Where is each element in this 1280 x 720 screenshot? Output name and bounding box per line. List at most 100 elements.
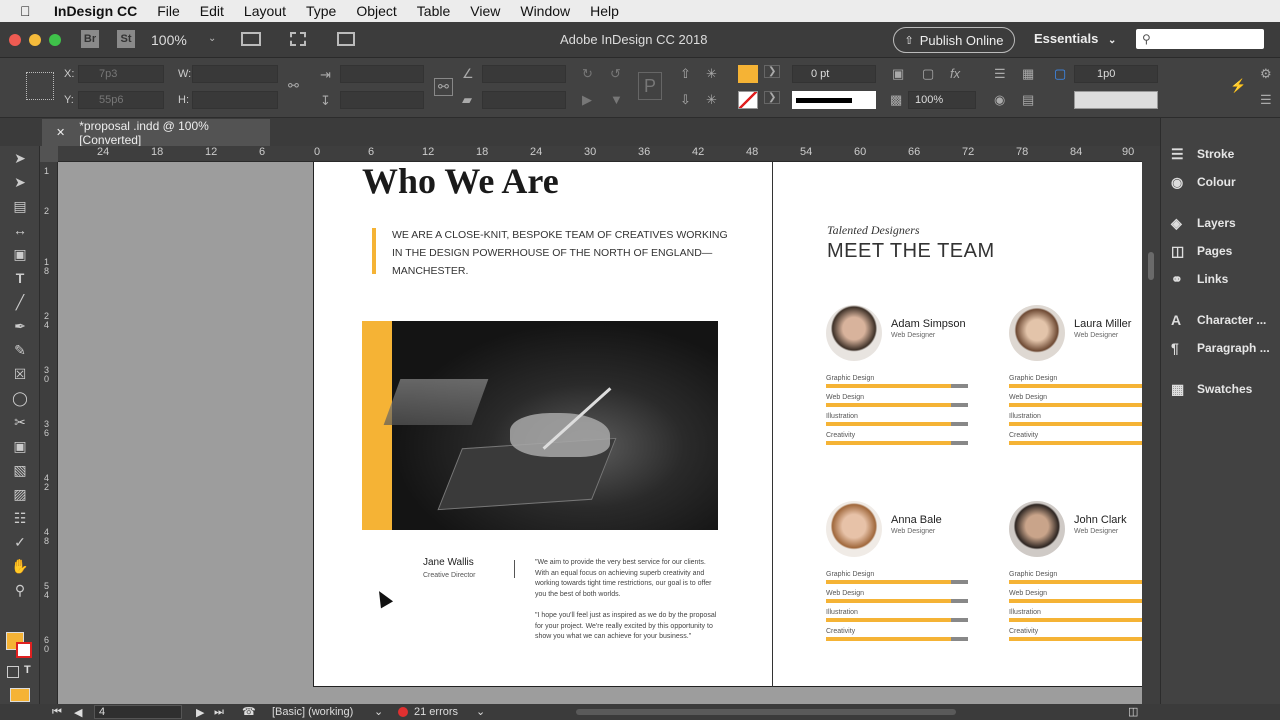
drop-shadow-icon[interactable]: ▢ [922, 66, 934, 82]
constrain-proportions-icon[interactable]: ⚯ [288, 78, 299, 94]
panel-stroke[interactable]: ☰ Stroke [1161, 140, 1280, 168]
open-page-icon[interactable]: ☎ [242, 705, 256, 718]
panel-swatches[interactable]: ▦ Swatches [1161, 375, 1280, 403]
eyedropper-tool-icon[interactable]: ✓ [0, 530, 40, 554]
preflight-profile[interactable]: [Basic] (working) [272, 706, 353, 718]
note-tool-icon[interactable]: ☷ [0, 506, 40, 530]
page-number-field[interactable]: 4 [94, 705, 182, 719]
search-field[interactable]: ⚲ [1136, 29, 1264, 49]
control-menu-icon[interactable]: ☰ [1260, 92, 1272, 108]
menu-help[interactable]: Help [590, 3, 619, 19]
select-previous-icon[interactable]: ✳ [706, 66, 717, 82]
content-collector-icon[interactable]: ▣ [0, 242, 40, 266]
ellipse-tool-icon[interactable]: ◯ [0, 386, 40, 410]
person-name[interactable]: Jane Wallis [423, 557, 474, 568]
stroke-menu-icon[interactable]: ❯ [764, 91, 781, 104]
text-wrap-none-icon[interactable]: ☰ [994, 66, 1006, 82]
workspace-switcher[interactable]: Essentials ⌄ [1034, 31, 1116, 46]
scissors-tool-icon[interactable]: ✂ [0, 410, 40, 434]
gap-tool-icon[interactable]: ↔ [0, 218, 40, 242]
team-member-card[interactable]: John Clark Web Designer Graphic Design Web … [1009, 501, 1142, 651]
stroke-weight-field[interactable]: 0 pt [792, 65, 876, 83]
direct-selection-tool-icon[interactable]: ➤ [0, 170, 40, 194]
stroke-swatch[interactable] [738, 91, 758, 109]
preflight-dropdown-icon[interactable]: ⌄ [374, 705, 383, 718]
x-field[interactable]: 7p3 [78, 65, 164, 83]
last-page-icon[interactable]: ⏭ [214, 706, 224, 719]
pen-tool-icon[interactable]: ✒ [0, 314, 40, 338]
scale-x-field[interactable] [340, 65, 424, 83]
rotate-cw-icon[interactable]: ↻ [582, 66, 593, 82]
quote-one[interactable]: "We aim to provide the very best service… [535, 558, 719, 600]
selection-tool-icon[interactable]: ➤ [0, 146, 40, 170]
reference-point-icon[interactable] [26, 72, 54, 100]
stroke-type-dropdown[interactable] [792, 91, 876, 109]
publish-online-button[interactable]: ⇧ Publish Online [893, 27, 1015, 53]
rotate-ccw-icon[interactable]: ↺ [610, 66, 621, 82]
text-wrap-jump-icon[interactable]: ▤ [1022, 92, 1034, 108]
team-member-card[interactable]: Laura Miller Web Designer Graphic Design We… [1009, 305, 1142, 455]
shear-field[interactable] [482, 91, 566, 109]
h-field[interactable] [192, 91, 278, 109]
y-field[interactable]: 55p6 [78, 91, 164, 109]
vertical-ruler[interactable]: 1 2 1 8 2 4 3 0 3 6 4 2 4 8 5 4 6 0 [40, 162, 58, 704]
menu-view[interactable]: View [470, 3, 500, 19]
horizontal-scroll-thumb[interactable] [576, 709, 956, 715]
document-spread[interactable]: Who We Are WE ARE A CLOSE-KNIT, BESPOKE … [313, 162, 1142, 687]
pencil-tool-icon[interactable]: ✎ [0, 338, 40, 362]
split-window-icon[interactable]: ◫ [1128, 705, 1138, 718]
scale-y-field[interactable] [340, 91, 424, 109]
formatting-container-icon[interactable] [7, 666, 19, 678]
effects-icon[interactable]: fx [950, 66, 960, 81]
flip-vertical-icon[interactable]: ▼ [610, 92, 623, 107]
constrain-scale-icon[interactable]: ⚯ [434, 78, 453, 96]
image-frame[interactable] [362, 321, 718, 530]
fill-swatch[interactable] [738, 65, 758, 83]
zoom-level[interactable]: 100% [151, 32, 187, 48]
screen-mode-normal-icon[interactable] [10, 688, 30, 702]
panel-paragraph[interactable]: ¶ Paragraph ... [1161, 334, 1280, 362]
document-tab[interactable]: ✕ *proposal .indd @ 100% [Converted] [42, 119, 270, 147]
stroke-color-swatch[interactable] [16, 642, 32, 658]
panel-links[interactable]: ⚭ Links [1161, 265, 1280, 293]
scroll-thumb[interactable] [1148, 252, 1154, 280]
rectangle-frame-tool-icon[interactable]: ☒ [0, 362, 40, 386]
select-content-icon[interactable]: ⇩ [680, 92, 691, 108]
panel-pages[interactable]: ◫ Pages [1161, 237, 1280, 265]
previous-page-icon[interactable]: ◀ [74, 706, 82, 719]
hand-tool-icon[interactable]: ✋ [0, 554, 40, 578]
select-next-icon[interactable]: ✳ [706, 92, 717, 108]
quote-two[interactable]: "I hope you'll feel just as inspired as … [535, 611, 719, 643]
menu-type[interactable]: Type [306, 3, 336, 19]
zoom-tool-icon[interactable]: ⚲ [0, 578, 40, 602]
intro-text[interactable]: WE ARE A CLOSE-KNIT, BESPOKE TEAM OF CRE… [392, 226, 732, 280]
type-tool-icon[interactable]: T [0, 266, 40, 290]
menu-object[interactable]: Object [356, 3, 396, 19]
next-page-icon[interactable]: ▶ [196, 706, 204, 719]
pasteboard[interactable]: Who We Are WE ARE A CLOSE-KNIT, BESPOKE … [58, 162, 1142, 704]
bridge-icon[interactable]: Br [81, 30, 99, 48]
menu-layout[interactable]: Layout [244, 3, 286, 19]
panel-colour[interactable]: ◉ Colour [1161, 168, 1280, 196]
vertical-scrollbar[interactable] [1142, 146, 1160, 704]
object-style-dropdown[interactable] [1074, 91, 1158, 109]
select-container-icon[interactable]: ⇧ [680, 66, 691, 82]
person-role[interactable]: Creative Director [423, 572, 476, 579]
gradient-feather-tool-icon[interactable]: ▨ [0, 482, 40, 506]
minimize-window-button[interactable] [29, 34, 41, 46]
screen-mode-icon[interactable] [241, 32, 261, 46]
horizontal-ruler[interactable]: 24 18 12 6 0 6 12 18 24 30 36 42 48 54 6… [58, 146, 1142, 162]
errors-dropdown-icon[interactable]: ⌄ [476, 705, 485, 718]
team-kicker[interactable]: Talented Designers [827, 223, 920, 238]
w-field[interactable] [192, 65, 278, 83]
close-tab-icon[interactable]: ✕ [56, 126, 65, 139]
auto-fit-icon[interactable]: ▢ [1054, 66, 1066, 82]
free-transform-tool-icon[interactable]: ▣ [0, 434, 40, 458]
text-wrap-shape-icon[interactable]: ◉ [994, 92, 1005, 108]
team-member-card[interactable]: Adam Simpson Web Designer Graphic Design We… [826, 305, 976, 455]
gradient-swatch-tool-icon[interactable]: ▧ [0, 458, 40, 482]
frame-fitting-icon[interactable]: ▣ [892, 66, 904, 82]
app-menu[interactable]: InDesign CC [54, 3, 137, 19]
stock-icon[interactable]: St [117, 30, 135, 48]
apple-icon[interactable]:  [20, 3, 36, 19]
